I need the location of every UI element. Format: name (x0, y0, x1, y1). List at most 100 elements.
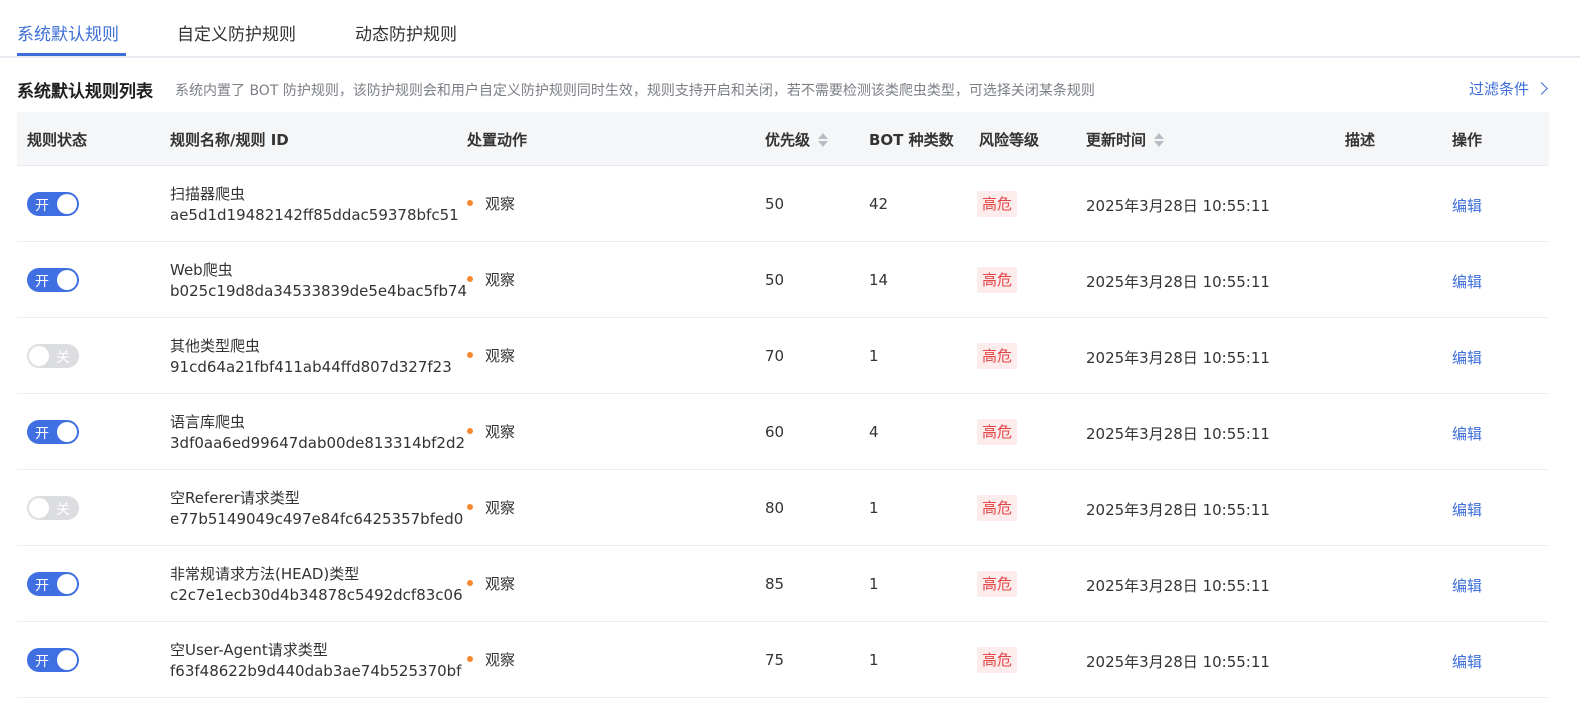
bot-count-value: 4 (869, 423, 879, 441)
rule-id: e77b5149049c497e84fc6425357bfed0 (170, 510, 464, 528)
updated-time: 2025年3月28日 10:55:11 (1086, 425, 1270, 443)
header-status: 规则状态 (27, 131, 88, 149)
rule-id: ae5d1d19482142ff85ddac59378bfc51 (170, 206, 459, 224)
action-cell: 观察 (467, 421, 515, 442)
status-toggle[interactable]: 开 (27, 648, 79, 672)
toggle-knob (29, 498, 49, 518)
edit-link[interactable]: 编辑 (1452, 271, 1482, 292)
updated-time: 2025年3月28日 10:55:11 (1086, 653, 1270, 671)
toggle-knob (57, 650, 77, 670)
priority-value: 85 (765, 575, 785, 593)
edit-link[interactable]: 编辑 (1452, 347, 1482, 368)
edit-link[interactable]: 编辑 (1452, 195, 1482, 216)
toggle-label: 开 (35, 426, 49, 442)
updated-time: 2025年3月28日 10:55:11 (1086, 349, 1270, 367)
toggle-knob (29, 346, 49, 366)
header-priority[interactable]: 优先级 (765, 129, 829, 150)
table-row: 开 非常规请求方法(HEAD)类型 c2c7e1ecb30d4b34878c54… (17, 546, 1549, 622)
table-row: 关 其他类型爬虫 91cd64a21fbf411ab44ffd807d327f2… (17, 318, 1549, 394)
section-title: 系统默认规则列表 (17, 82, 153, 102)
action-label: 观察 (485, 499, 516, 517)
edit-link[interactable]: 编辑 (1452, 575, 1482, 596)
active-tab-indicator (17, 53, 126, 56)
edit-link[interactable]: 编辑 (1452, 499, 1482, 520)
status-toggle[interactable]: 开 (27, 420, 79, 444)
header-updated[interactable]: 更新时间 (1086, 129, 1165, 150)
action-cell: 观察 (467, 193, 515, 214)
risk-badge: 高危 (977, 571, 1018, 597)
status-toggle[interactable]: 开 (27, 572, 79, 596)
tab-custom-protection-rules[interactable]: 自定义防护规则 (177, 20, 296, 45)
header-name: 规则名称/规则 ID (170, 131, 289, 149)
updated-time: 2025年3月28日 10:55:11 (1086, 577, 1270, 595)
action-cell: 观察 (467, 497, 515, 518)
action-cell: 观察 (467, 269, 515, 290)
toggle-label: 开 (35, 274, 49, 290)
rule-id: f63f48622b9d440dab3ae74b525370bf (170, 662, 462, 680)
rule-id: 3df0aa6ed99647dab00de813314bf2d2 (170, 434, 466, 452)
table-row: 开 Web爬虫 b025c19d8da34533839de5e4bac5fb74… (17, 242, 1549, 318)
rule-name: 语言库爬虫 (170, 413, 246, 431)
status-toggle[interactable]: 关 (27, 344, 79, 368)
edit-link[interactable]: 编辑 (1452, 423, 1482, 444)
status-dot-icon (467, 579, 473, 586)
tab-dynamic-protection-rules[interactable]: 动态防护规则 (355, 20, 457, 45)
priority-value: 70 (765, 347, 785, 365)
sort-icon[interactable] (818, 132, 829, 147)
toggle-knob (57, 422, 77, 442)
toggle-label: 关 (56, 502, 70, 518)
table-row: 开 空User-Agent请求类型 f63f48622b9d440dab3ae7… (17, 622, 1549, 698)
status-dot-icon (467, 199, 473, 206)
toggle-knob (57, 194, 77, 214)
status-dot-icon (467, 503, 473, 510)
action-label: 观察 (485, 271, 516, 289)
priority-value: 60 (765, 423, 785, 441)
rule-name: 空Referer请求类型 (170, 489, 300, 507)
action-label: 观察 (485, 575, 516, 593)
risk-badge: 高危 (977, 267, 1018, 293)
section-header: 系统默认规则列表 系统内置了 BOT 防护规则，该防护规则会和用户自定义防护规则… (17, 77, 1580, 102)
updated-time: 2025年3月28日 10:55:11 (1086, 197, 1270, 215)
header-risk: 风险等级 (979, 131, 1040, 149)
filter-conditions-label: 过滤条件 (1468, 80, 1529, 98)
bot-count-value: 42 (869, 195, 889, 213)
bot-count-value: 1 (869, 347, 879, 365)
bot-count-value: 1 (869, 651, 879, 669)
bot-count-value: 14 (869, 271, 889, 289)
risk-badge: 高危 (977, 191, 1018, 217)
header-action: 处置动作 (467, 131, 528, 149)
rule-name: 非常规请求方法(HEAD)类型 (170, 565, 360, 583)
action-label: 观察 (485, 423, 516, 441)
rule-name: 空User-Agent请求类型 (170, 641, 328, 659)
rule-id: b025c19d8da34533839de5e4bac5fb74 (170, 282, 468, 300)
status-toggle[interactable]: 开 (27, 268, 79, 292)
toggle-label: 关 (56, 350, 70, 366)
updated-time: 2025年3月28日 10:55:11 (1086, 501, 1270, 519)
table-row: 开 语言库爬虫 3df0aa6ed99647dab00de813314bf2d2… (17, 394, 1549, 470)
header-description: 描述 (1345, 131, 1376, 149)
tab-bar: 系统默认规则 自定义防护规则 动态防护规则 (0, 0, 1580, 58)
updated-time: 2025年3月28日 10:55:11 (1086, 273, 1270, 291)
status-toggle[interactable]: 开 (27, 192, 79, 216)
sort-icon[interactable] (1154, 132, 1165, 147)
action-label: 观察 (485, 347, 516, 365)
tab-system-default-rules[interactable]: 系统默认规则 (17, 20, 119, 45)
priority-value: 80 (765, 499, 785, 517)
table-row: 关 空Referer请求类型 e77b5149049c497e84fc64253… (17, 470, 1549, 546)
table-header: 规则状态 规则名称/规则 ID 处置动作 优先级 BOT 种类数 风险等级 更新… (17, 112, 1549, 166)
action-cell: 观察 (467, 345, 515, 366)
priority-value: 50 (765, 271, 785, 289)
filter-conditions-link[interactable]: 过滤条件 (1468, 78, 1548, 99)
toggle-label: 开 (35, 198, 49, 214)
rule-name: 其他类型爬虫 (170, 337, 261, 355)
rule-name: 扫描器爬虫 (170, 185, 246, 203)
chevron-right-icon (1535, 82, 1548, 95)
header-operation: 操作 (1452, 131, 1483, 149)
rule-id: c2c7e1ecb30d4b34878c5492dcf83c06 (170, 586, 463, 604)
rules-table: 规则状态 规则名称/规则 ID 处置动作 优先级 BOT 种类数 风险等级 更新… (17, 112, 1549, 698)
risk-badge: 高危 (977, 419, 1018, 445)
bot-count-value: 1 (869, 575, 879, 593)
priority-value: 50 (765, 195, 785, 213)
edit-link[interactable]: 编辑 (1452, 651, 1482, 672)
status-toggle[interactable]: 关 (27, 496, 79, 520)
